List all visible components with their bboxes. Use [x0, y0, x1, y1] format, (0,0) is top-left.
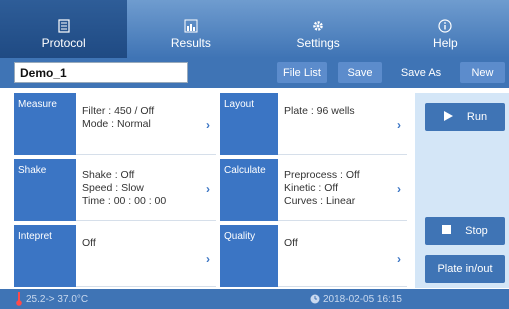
chevron-right-icon: ›	[206, 118, 210, 132]
intepret-cell[interactable]: Off ›	[76, 225, 216, 287]
protocol-grid: Measure Filter : 450 / Off Mode : Normal…	[14, 93, 407, 288]
tab-label: Settings	[296, 36, 340, 50]
top-tab-bar: Protocol Results Settings Help	[0, 0, 509, 58]
tab-results[interactable]: Results	[127, 0, 254, 58]
info-icon	[438, 18, 452, 34]
layout-plate: Plate : 96 wells	[284, 105, 355, 117]
action-panel: Run Stop Plate in/out	[415, 93, 509, 288]
document-icon	[57, 18, 71, 34]
file-list-button[interactable]: File List	[277, 62, 327, 83]
layout-cell[interactable]: Plate : 96 wells ›	[278, 93, 407, 155]
play-icon	[443, 110, 453, 124]
quality-label: Quality	[220, 225, 278, 287]
calculate-preprocess: Preprocess : Off	[284, 169, 360, 181]
shake-speed: Speed : Slow	[82, 182, 144, 194]
intepret-label: Intepret	[14, 225, 76, 287]
status-bar: 25.2-> 37.0°C 2018-02-05 16:15	[0, 289, 509, 309]
tab-settings[interactable]: Settings	[255, 0, 382, 58]
run-button[interactable]: Run	[425, 103, 505, 131]
temperature-readout: 25.2-> 37.0°C	[26, 294, 89, 305]
tab-label: Help	[433, 36, 458, 50]
tab-help[interactable]: Help	[382, 0, 509, 58]
chevron-right-icon: ›	[397, 182, 401, 196]
measure-label: Measure	[14, 93, 76, 155]
calculate-cell[interactable]: Preprocess : Off Kinetic : Off Curves : …	[278, 159, 407, 221]
tab-label: Protocol	[41, 36, 86, 50]
chevron-right-icon: ›	[397, 252, 401, 266]
shake-state: Shake : Off	[82, 169, 135, 181]
save-button[interactable]: Save	[338, 62, 382, 83]
new-button[interactable]: New	[460, 62, 505, 83]
shake-cell[interactable]: Shake : Off Speed : Slow Time : 00 : 00 …	[76, 159, 216, 221]
quality-cell[interactable]: Off ›	[278, 225, 407, 287]
quality-value: Off	[284, 237, 298, 249]
intepret-value: Off	[82, 237, 96, 249]
clock-icon	[310, 294, 320, 307]
chevron-right-icon: ›	[206, 182, 210, 196]
datetime-readout: 2018-02-05 16:15	[323, 294, 402, 305]
chevron-right-icon: ›	[206, 252, 210, 266]
shake-time: Time : 00 : 00 : 00	[82, 195, 167, 207]
gear-icon	[311, 18, 325, 34]
chart-icon	[184, 18, 198, 34]
run-label: Run	[466, 111, 488, 123]
chevron-right-icon: ›	[397, 118, 401, 132]
measure-mode: Mode : Normal	[82, 118, 151, 130]
thermometer-icon	[16, 292, 22, 309]
shake-label: Shake	[14, 159, 76, 221]
calculate-kinetic: Kinetic : Off	[284, 182, 339, 194]
tab-protocol[interactable]: Protocol	[0, 0, 128, 58]
calculate-label: Calculate	[220, 159, 278, 221]
tab-label: Results	[170, 36, 211, 50]
measure-cell[interactable]: Filter : 450 / Off Mode : Normal ›	[76, 93, 216, 155]
save-as-button[interactable]: Save As	[397, 62, 445, 83]
layout-label: Layout	[220, 93, 278, 155]
stop-button[interactable]: Stop	[425, 217, 505, 245]
stop-icon	[442, 225, 452, 237]
stop-label: Stop	[465, 225, 488, 237]
measure-filter: Filter : 450 / Off	[82, 105, 155, 117]
calculate-curves: Curves : Linear	[284, 195, 356, 207]
toolbar: Demo_1 File List Save Save As New	[0, 58, 509, 88]
plate-in-out-button[interactable]: Plate in/out	[425, 255, 505, 283]
protocol-name-field[interactable]: Demo_1	[14, 62, 188, 83]
